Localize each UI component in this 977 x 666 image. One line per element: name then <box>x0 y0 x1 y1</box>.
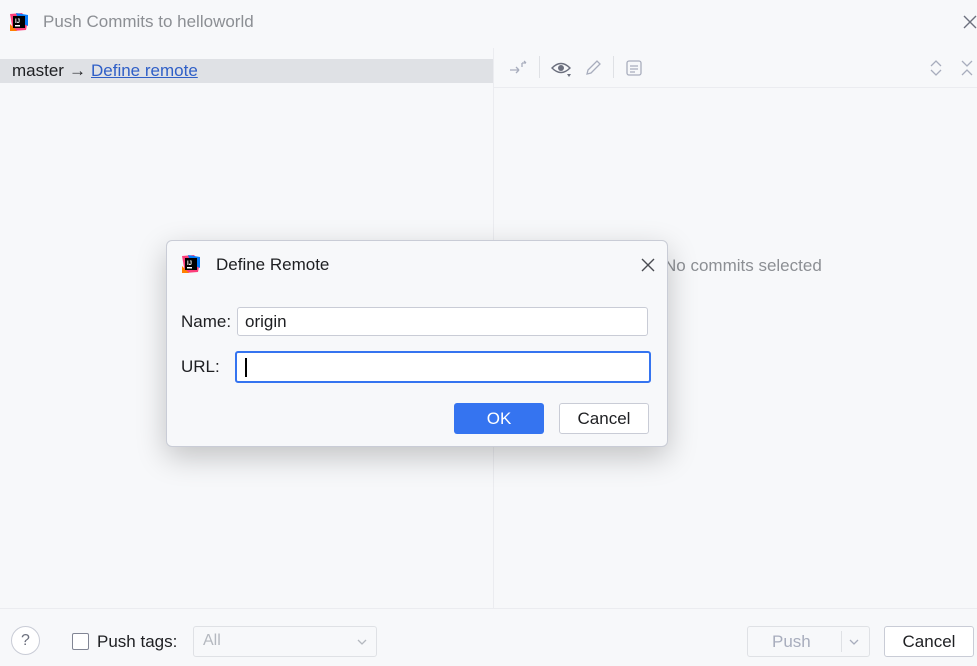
eye-icon[interactable] <box>550 57 572 79</box>
define-remote-link[interactable]: Define remote <box>91 59 198 83</box>
arrow-icon: → <box>69 61 86 80</box>
branch-row[interactable]: master → Define remote <box>0 59 493 83</box>
push-button-label: Push <box>772 632 811 651</box>
define-remote-dialog: IJ Define Remote Name: origin URL: OK Ca… <box>166 240 668 447</box>
cancel-button[interactable]: Cancel <box>884 626 974 657</box>
push-tags-label: Push tags: <box>97 632 178 651</box>
intellij-logo-icon: IJ <box>10 13 28 31</box>
svg-text:IJ: IJ <box>187 261 192 267</box>
toolbar-separator <box>613 56 614 78</box>
url-input[interactable] <box>235 351 651 383</box>
window-title: Push Commits to helloworld <box>43 12 254 31</box>
empty-state-text: No commits selected <box>664 256 822 275</box>
close-icon[interactable] <box>640 257 656 273</box>
intellij-logo-icon: IJ <box>182 255 200 273</box>
close-icon[interactable] <box>962 14 977 30</box>
dialog-cancel-button[interactable]: Cancel <box>559 403 649 434</box>
url-label: URL: <box>181 357 220 376</box>
dialog-title: Define Remote <box>216 255 330 274</box>
pencil-icon[interactable] <box>582 57 604 79</box>
diff-icon[interactable] <box>623 57 645 79</box>
details-toolbar <box>494 48 977 88</box>
expand-all-icon[interactable] <box>925 57 947 79</box>
chevron-down-icon[interactable] <box>848 636 860 648</box>
push-tags-checkbox[interactable] <box>72 633 89 650</box>
push-tags-select[interactable]: All <box>193 626 377 657</box>
title-bar: IJ Push Commits to helloworld <box>0 0 977 44</box>
name-input[interactable]: origin <box>237 307 648 336</box>
text-caret <box>245 358 247 377</box>
collapse-icon[interactable] <box>507 57 529 79</box>
push-button[interactable]: Push <box>747 626 870 657</box>
collapse-all-icon[interactable] <box>956 57 977 79</box>
name-label: Name: <box>181 312 232 331</box>
svg-text:IJ: IJ <box>15 19 20 25</box>
push-tags-value: All <box>203 632 221 649</box>
ok-button[interactable]: OK <box>454 403 544 434</box>
bottom-bar: ? Push tags: All Push Cancel <box>0 608 977 666</box>
help-button[interactable]: ? <box>11 626 40 655</box>
chevron-down-icon <box>357 639 367 645</box>
toolbar-separator <box>539 56 540 78</box>
branch-name: master <box>12 61 64 80</box>
split-divider <box>841 631 842 652</box>
